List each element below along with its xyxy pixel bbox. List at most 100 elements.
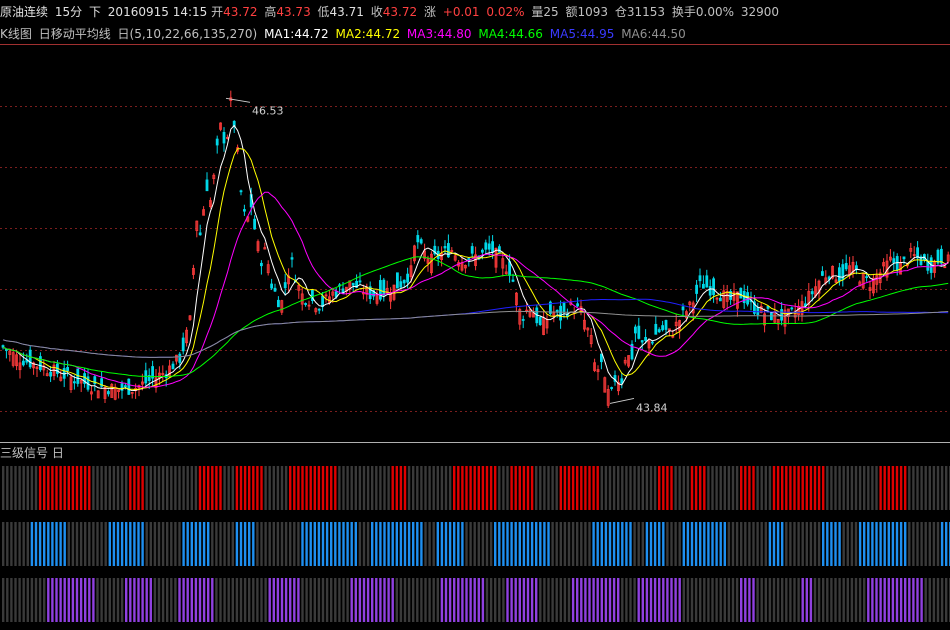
signal-bar-row1 — [198, 466, 202, 510]
signal-bar-row2 — [182, 522, 185, 566]
signal-bar-row1 — [96, 466, 99, 510]
kline-label[interactable]: K线图 — [0, 27, 32, 41]
signal-bar-row2 — [899, 522, 903, 566]
candle-body — [480, 249, 484, 253]
signal-bar-row3 — [924, 578, 927, 622]
signal-bar-row2 — [157, 522, 161, 566]
signal-bar-row1 — [604, 466, 608, 510]
signal-bar-row3 — [92, 578, 95, 622]
signal-bar-row1 — [243, 466, 247, 510]
signal-bar-row3 — [371, 578, 374, 622]
candle-body — [637, 325, 641, 339]
signal-bar-row2 — [387, 522, 390, 566]
signal-bar-row1 — [809, 466, 813, 510]
signal-bar-row2 — [43, 522, 46, 566]
signal-bar-row1 — [686, 466, 690, 510]
signal-bar-row2 — [653, 522, 657, 566]
signal-bar-row1 — [707, 466, 710, 510]
signal-bar-row2 — [662, 522, 665, 566]
signal-bar-row2 — [190, 522, 193, 566]
signal-bar-row3 — [67, 578, 70, 622]
candle-body — [634, 326, 637, 334]
signal-bar-row3 — [330, 578, 333, 622]
signal-bar-row2 — [178, 522, 181, 566]
candle-body — [66, 367, 69, 372]
signal-bar-row2 — [928, 522, 931, 566]
high-label: 46.53 — [252, 104, 284, 117]
signal-bar-row1 — [260, 466, 263, 510]
signal-bar-row2 — [588, 522, 591, 566]
signal-bar-row2 — [506, 522, 509, 566]
signal-bar-row2 — [801, 522, 804, 566]
signal-bar-row1 — [580, 466, 583, 510]
signal-bar-row2 — [846, 522, 849, 566]
signal-bar-row3 — [621, 578, 624, 622]
high-label: 高 — [264, 5, 277, 19]
signal-bar-row2 — [166, 522, 169, 566]
period-label[interactable]: 15分 — [55, 5, 82, 19]
signal-bar-row2 — [129, 522, 132, 566]
signal-bar-row1 — [469, 466, 472, 510]
signal-bar-row2 — [768, 522, 772, 566]
candle-body — [253, 218, 257, 230]
signal-bar-row3 — [506, 578, 509, 622]
signal-bar-row1 — [51, 466, 54, 510]
signal-bar-row3 — [875, 578, 878, 622]
candle-body — [443, 246, 447, 249]
candle-body — [446, 243, 450, 258]
signal-bar-row2 — [727, 522, 731, 566]
signal-panel-title[interactable]: 三级信号 — [0, 446, 48, 460]
signal-bar-row2 — [63, 522, 66, 566]
signal-bar-row2 — [776, 522, 780, 566]
signal-bar-row3 — [543, 578, 546, 622]
signal-bar-row2 — [330, 522, 333, 566]
signal-bar-row1 — [473, 466, 476, 510]
signal-bar-row3 — [2, 578, 5, 622]
signal-bar-row1 — [772, 466, 776, 510]
signal-bar-row1 — [530, 466, 534, 510]
signal-bar-row2 — [420, 522, 423, 566]
signal-bar-row1 — [75, 466, 79, 510]
candle-body — [304, 303, 308, 305]
signal-bar-row2 — [793, 522, 796, 566]
signal-bar-row2 — [10, 522, 13, 566]
signal-bar-row1 — [727, 466, 731, 510]
signal-bar-row2 — [932, 522, 936, 566]
signal-bar-row2 — [399, 522, 403, 566]
signal-bar-row3 — [604, 578, 608, 622]
signal-bar-row2 — [600, 522, 603, 566]
signal-chart[interactable] — [0, 462, 950, 630]
change-value: +0.01 — [442, 5, 480, 19]
kline-chart[interactable]: 46.53 43.84 — [0, 45, 950, 442]
signal-bar-row2 — [289, 522, 292, 566]
signal-bar-row3 — [539, 578, 542, 622]
signal-bar-row3 — [461, 578, 464, 622]
signal-bar-row1 — [174, 466, 177, 510]
signal-bar-row1 — [822, 466, 825, 510]
signal-bar-row3 — [514, 578, 517, 622]
signal-panel-icon[interactable]: 日 — [52, 446, 64, 460]
ma-name[interactable]: 日移动平均线 — [39, 27, 111, 41]
signal-bar-row2 — [379, 522, 382, 566]
signal-bar-row2 — [260, 522, 263, 566]
signal-bar-row1 — [178, 466, 181, 510]
signal-bar-row1 — [924, 466, 927, 510]
signal-bar-row3 — [846, 578, 849, 622]
indicator-bar: K线图 日移动平均线 日(5,10,22,66,135,270) MA1:44.… — [0, 24, 950, 45]
signal-bar-row1 — [854, 466, 858, 510]
signal-bar-row1 — [559, 466, 562, 510]
signal-bar-row1 — [555, 466, 558, 510]
signal-bar-row3 — [145, 578, 148, 622]
change-pct: 0.02% — [486, 5, 525, 19]
signal-bar-row2 — [112, 522, 116, 566]
signal-bar-row3 — [84, 578, 87, 622]
signal-bar-row1 — [510, 466, 513, 510]
signal-bar-row1 — [489, 466, 493, 510]
signal-bar-row2 — [764, 522, 767, 566]
signal-bar-row3 — [752, 578, 755, 622]
signal-bar-row2 — [309, 522, 312, 566]
signal-bar-row1 — [916, 466, 919, 510]
signal-bar-row3 — [79, 578, 83, 622]
signal-bar-row3 — [916, 578, 919, 622]
symbol-name[interactable]: 原油连续 — [0, 5, 48, 19]
